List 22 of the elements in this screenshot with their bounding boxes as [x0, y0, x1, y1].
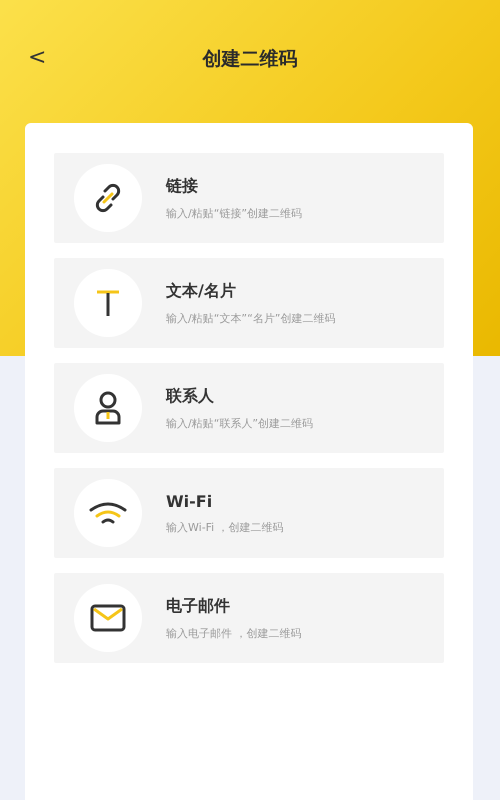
page-title: 创建二维码: [202, 47, 298, 72]
option-item[interactable]: 链接 输入/粘贴“链接”创建二维码: [54, 153, 444, 243]
option-subtitle: 输入/粘贴“链接”创建二维码: [166, 206, 302, 220]
option-title: 文本/名片: [166, 280, 237, 302]
option-title: 电子邮件: [166, 596, 231, 616]
option-item[interactable]: 联系人 输入/粘贴“联系人”创建二维码: [54, 363, 444, 453]
option-subtitle: 输入电子邮件 ，创建二维码: [166, 626, 302, 640]
option-title: 联系人: [166, 386, 215, 406]
envelope-icon: [90, 604, 126, 632]
text-icon: [95, 289, 121, 317]
option-item[interactable]: 电子邮件 输入电子邮件 ，创建二维码: [54, 573, 444, 663]
option-subtitle: 输入/粘贴“文本”“名片”创建二维码: [166, 310, 336, 326]
option-item[interactable]: Wi-Fi 输入Wi-Fi ，创建二维码: [54, 468, 444, 558]
option-title: Wi-Fi: [166, 492, 214, 510]
back-button[interactable]: <: [24, 44, 50, 72]
option-subtitle: 输入/粘贴“联系人”创建二维码: [166, 416, 314, 430]
wifi-icon: [89, 502, 127, 524]
link-icon: [93, 183, 123, 213]
option-subtitle: 输入Wi-Fi ，创建二维码: [166, 520, 284, 534]
option-title: 链接: [166, 176, 199, 196]
person-icon: [93, 391, 123, 425]
option-item[interactable]: 文本/名片 输入/粘贴“文本”“名片”创建二维码: [54, 258, 444, 348]
